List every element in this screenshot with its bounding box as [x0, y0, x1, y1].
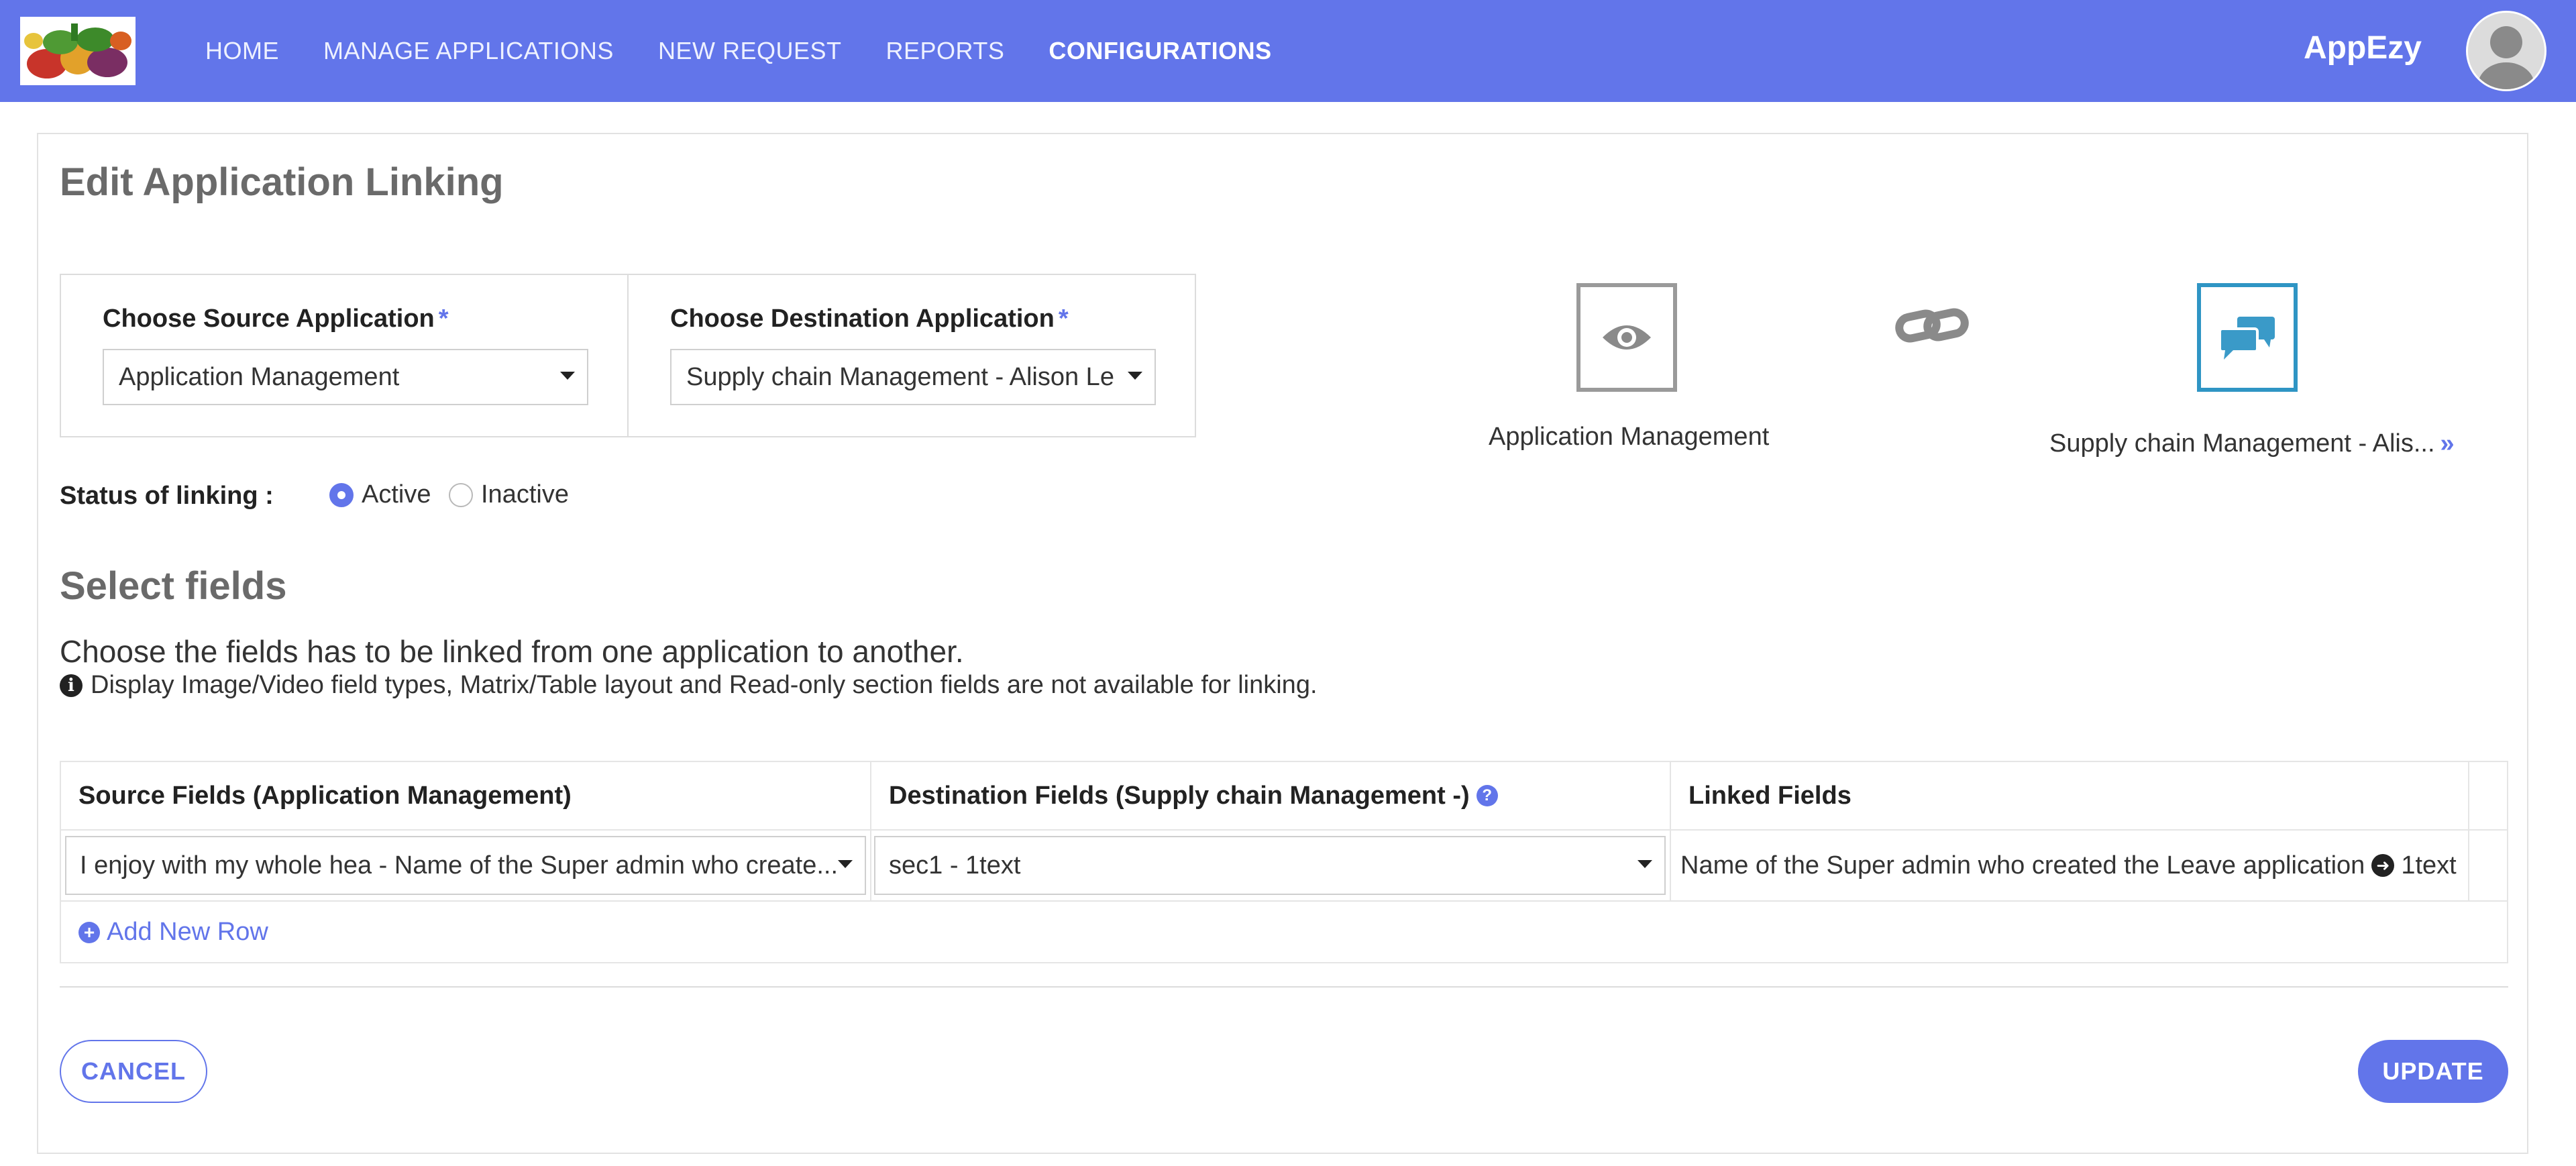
table-divider: [870, 762, 871, 900]
source-label-text: Choose Source Application: [103, 305, 435, 333]
info-note-text: Display Image/Video field types, Matrix/…: [91, 671, 1318, 699]
arrow-right-icon: ➜: [2371, 854, 2395, 877]
radio-checked-icon: [329, 482, 354, 507]
chevron-down-icon: [1128, 372, 1142, 380]
destination-application-label: Choose Destination Application *: [670, 305, 1069, 333]
help-icon[interactable]: ?: [1476, 785, 1498, 806]
top-nav-bar: HOME MANAGE APPLICATIONS NEW REQUEST REP…: [0, 0, 2576, 102]
column-header-linked: Linked Fields: [1688, 781, 1851, 810]
select-fields-title: Select fields: [60, 564, 287, 608]
destination-application-panel: Choose Destination Application * Supply c…: [627, 274, 1196, 437]
source-field-select[interactable]: I enjoy with my whole hea - Name of the …: [65, 836, 866, 895]
destination-app-icon: [2197, 283, 2298, 392]
column-header-destination: Destination Fields (Supply chain Managem…: [871, 762, 1671, 829]
destination-selected-value: Supply chain Management - Alison Le: [686, 362, 1114, 391]
required-mark: *: [438, 305, 449, 333]
user-silhouette-icon: [2468, 13, 2544, 89]
source-application-select[interactable]: Application Management: [103, 349, 588, 405]
status-inactive-label: Inactive: [481, 480, 569, 509]
nav-manage-applications[interactable]: MANAGE APPLICATIONS: [323, 37, 614, 65]
section-divider: [60, 986, 2508, 988]
source-field-value: I enjoy with my whole hea - Name of the …: [80, 851, 838, 880]
source-selected-value: Application Management: [119, 362, 400, 391]
table-divider: [61, 829, 2507, 831]
update-button[interactable]: UPDATE: [2358, 1040, 2508, 1103]
main-nav: HOME MANAGE APPLICATIONS NEW REQUEST REP…: [205, 0, 1316, 102]
destination-field-select[interactable]: sec1 - 1text: [874, 836, 1666, 895]
user-avatar[interactable]: [2466, 11, 2546, 91]
status-active-label: Active: [362, 480, 431, 509]
column-header-source: Source Fields (Application Management): [78, 781, 572, 810]
nav-new-request[interactable]: NEW REQUEST: [658, 37, 842, 65]
chat-bubbles-icon: [2218, 317, 2275, 360]
vegetables-logo-image: [20, 17, 136, 85]
plus-circle-icon: +: [78, 921, 100, 943]
table-divider: [61, 900, 2507, 902]
column-header-destination-text: Destination Fields (Supply chain Managem…: [889, 781, 1470, 810]
app-name: AppEzy: [2303, 30, 2422, 66]
chevron-down-icon: [560, 372, 575, 380]
page-title: Edit Application Linking: [60, 160, 504, 204]
source-application-label: Choose Source Application *: [103, 305, 449, 333]
table-divider: [2468, 762, 2469, 900]
linked-source-field: Name of the Super admin who created the …: [1680, 851, 2365, 880]
destination-app-name-text: Supply chain Management - Alis...: [2049, 429, 2435, 458]
source-application-panel: Choose Source Application * Application M…: [60, 274, 629, 437]
source-app-icon: [1576, 283, 1677, 392]
chain-link-icon: [1895, 302, 1969, 352]
app-logo[interactable]: [20, 17, 136, 85]
cancel-button[interactable]: CANCEL: [60, 1040, 207, 1103]
add-new-row-label: Add New Row: [107, 918, 268, 946]
table-divider: [1670, 762, 1671, 900]
double-chevron-right-icon[interactable]: »: [2440, 429, 2455, 458]
status-inactive-radio[interactable]: Inactive: [449, 480, 569, 509]
required-mark: *: [1058, 305, 1069, 333]
fields-info-note: i Display Image/Video field types, Matri…: [60, 671, 1318, 700]
nav-configurations[interactable]: CONFIGURATIONS: [1049, 37, 1271, 65]
destination-application-select[interactable]: Supply chain Management - Alison Le: [670, 349, 1156, 405]
edit-linking-card: Edit Application Linking Choose Source A…: [37, 133, 2528, 1154]
info-icon: i: [60, 674, 83, 697]
destination-label-text: Choose Destination Application: [670, 305, 1055, 333]
status-active-radio[interactable]: Active: [329, 480, 431, 509]
nav-home[interactable]: HOME: [205, 37, 279, 65]
fields-table: Source Fields (Application Management) D…: [60, 761, 2508, 963]
source-app-name: Application Management: [1489, 423, 1770, 451]
destination-field-value: sec1 - 1text: [889, 851, 1021, 880]
nav-reports[interactable]: REPORTS: [885, 37, 1004, 65]
destination-app-name: Supply chain Management - Alis...»: [2049, 429, 2455, 458]
linked-field-text: Name of the Super admin who created the …: [1680, 836, 2457, 895]
linked-destination-field: 1text: [2401, 851, 2457, 880]
chevron-down-icon: [838, 860, 853, 868]
select-fields-description: Choose the fields has to be linked from …: [60, 634, 964, 669]
chevron-down-icon: [1638, 860, 1652, 868]
status-label: Status of linking :: [60, 482, 274, 510]
add-new-row-button[interactable]: + Add New Row: [78, 918, 268, 947]
eye-icon: [1603, 325, 1651, 350]
radio-unchecked-icon: [449, 482, 473, 507]
